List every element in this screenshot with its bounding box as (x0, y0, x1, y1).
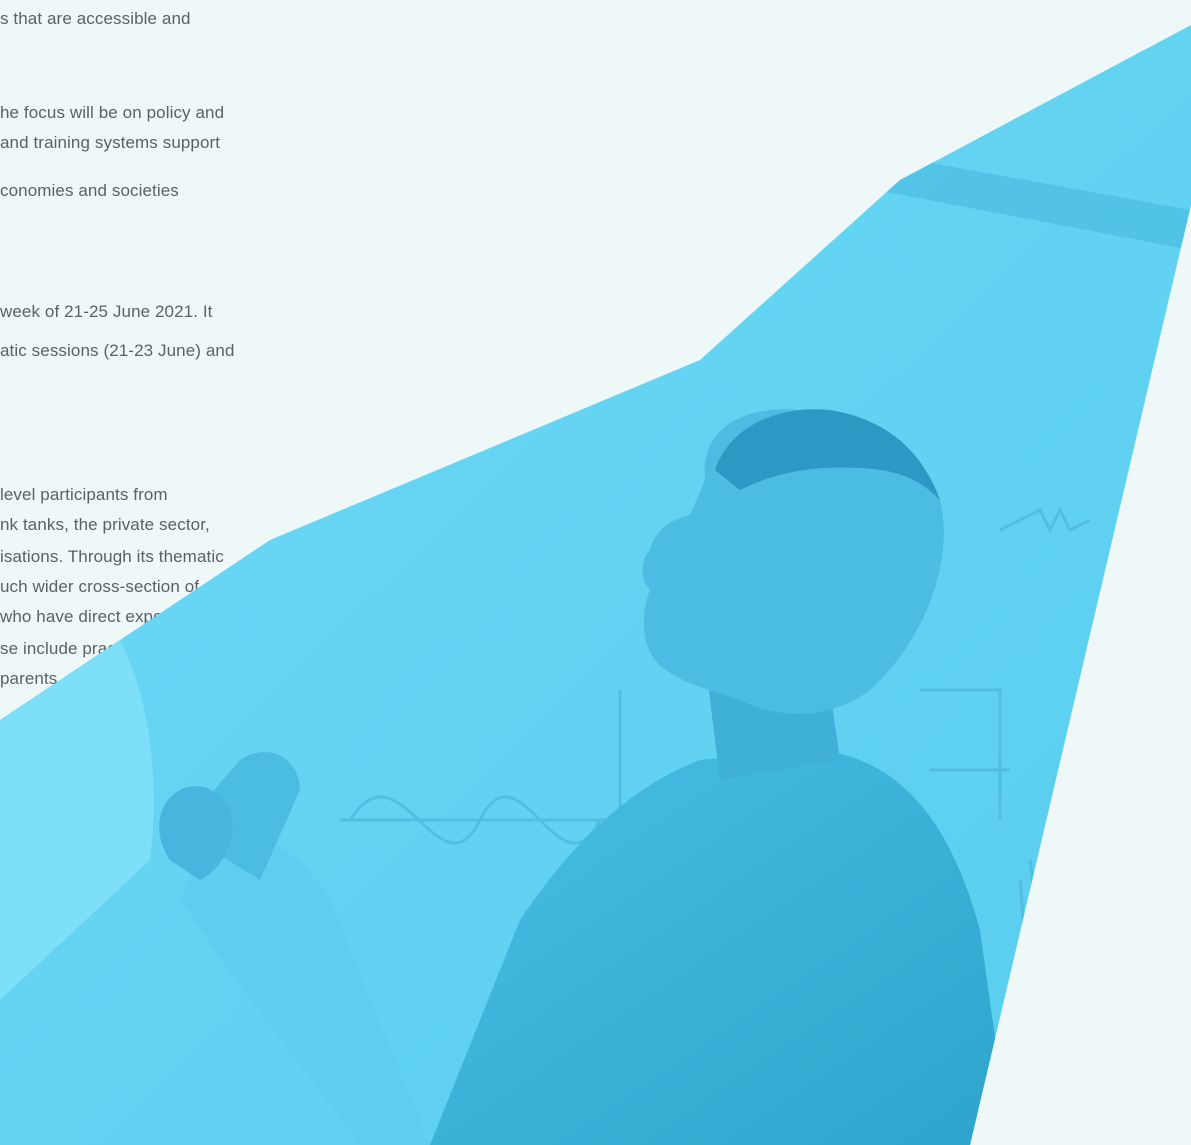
hero-image-overlay (0, 0, 1191, 1145)
teacher-whiteboard-image (0, 25, 1191, 1145)
page: s that are accessible and he focus will … (0, 0, 1191, 1145)
